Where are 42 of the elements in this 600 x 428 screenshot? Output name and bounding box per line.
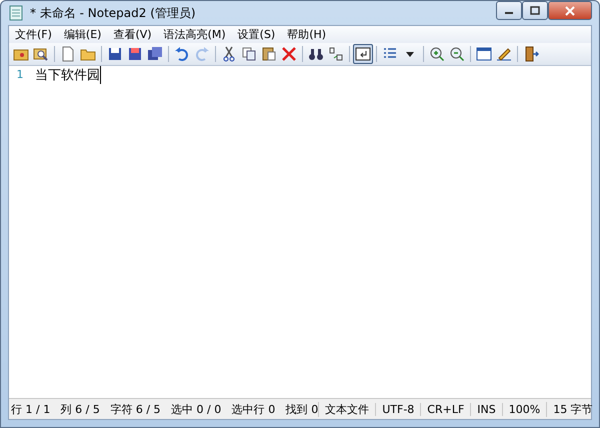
line-number: 1 [16,68,24,81]
menu-item[interactable]: 设置(S) [232,26,282,43]
new-file-icon [60,46,76,62]
save-as-icon [127,46,143,62]
paste-icon [261,46,277,62]
notepad-icon [8,5,24,21]
menu-item[interactable]: 帮助(H) [281,26,332,43]
zoom-in-icon [429,46,445,62]
scissors-icon [221,46,237,62]
status-field: INS [470,402,502,416]
menu-item[interactable]: 文件(F) [9,26,58,43]
toolbar-button[interactable] [353,44,373,64]
menu-item[interactable]: 编辑(E) [58,26,108,43]
status-field: UTF-8 [375,402,420,416]
delete-icon [281,46,297,62]
status-field: 15 字节 [546,402,599,416]
close-button[interactable] [548,1,592,20]
binoculars-icon [308,46,324,62]
copy-icon [241,46,257,62]
zoom-out-icon [449,46,465,62]
save-icon [107,46,123,62]
word-wrap-icon [355,46,371,62]
maximize-button[interactable] [522,1,548,20]
status-field: CR+LF [420,402,470,416]
window-icon [476,46,492,62]
status-field: 100% [502,402,546,416]
undo-icon [174,46,190,62]
maximize-icon [530,6,540,16]
menu-item[interactable]: 查看(V) [107,26,158,43]
redo-icon [194,46,210,62]
status-position: 行 1 / 1 列 6 / 5 字符 6 / 5 选中 0 / 0 选中行 0 找到 0 [10,402,318,416]
close-icon [564,6,576,16]
menu-item[interactable]: 语法高亮(M) [158,26,232,43]
exit-door-icon [523,46,539,62]
minimize-button[interactable] [496,1,522,20]
window-title: * 未命名 - Notepad2 (管理员) [30,4,197,22]
save-copy-icon [147,46,163,62]
pencil-icon [496,46,512,62]
editor-text: 当下软件园 [31,66,101,84]
folder-search-icon [33,46,49,62]
status-field: 文本文件 [318,402,376,416]
editor-area[interactable]: 1 当下软件园 [9,66,591,399]
